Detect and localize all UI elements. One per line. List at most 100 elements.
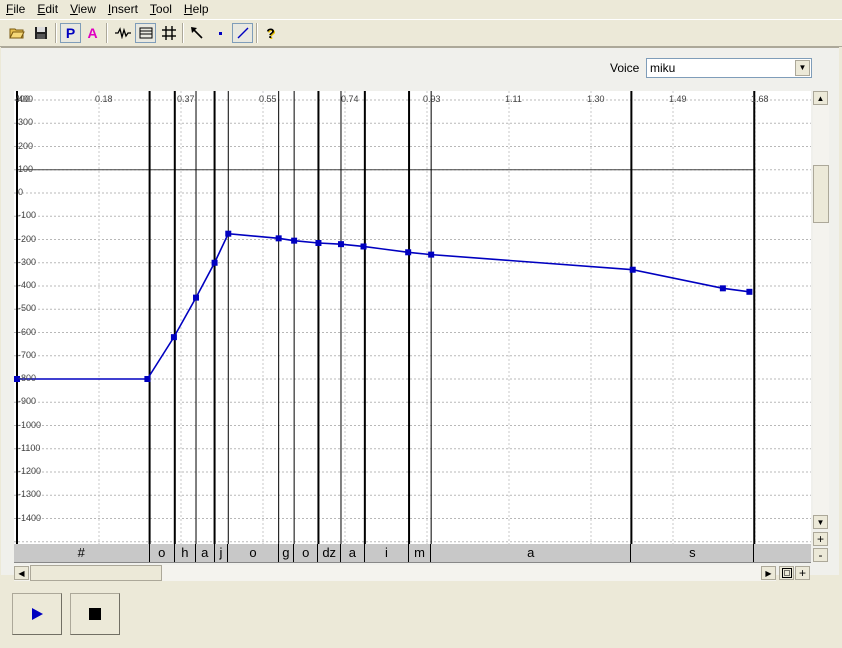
help-question-icon[interactable]: ? (260, 23, 281, 43)
stop-button[interactable] (70, 593, 120, 635)
phoneme-cell[interactable]: o (150, 544, 175, 562)
pitch-control-point[interactable] (360, 243, 367, 250)
chevron-down-icon[interactable]: ▼ (795, 60, 810, 76)
voice-select[interactable]: miku ▼ (646, 58, 812, 78)
phoneme-bar: # o h a j o g o dz a i m a s (14, 544, 811, 563)
line-tool-icon[interactable] (232, 23, 253, 43)
stop-icon (89, 608, 101, 620)
open-folder-icon[interactable] (6, 23, 27, 43)
play-icon (32, 608, 43, 620)
phoneme-cell[interactable]: s (631, 544, 755, 562)
scroll-right-icon[interactable]: ▶ (761, 566, 776, 580)
menu-edit[interactable]: Edit (31, 0, 64, 18)
zoom-in-horizontal-icon[interactable]: + (795, 566, 810, 580)
grid-icon[interactable] (158, 23, 179, 43)
pitch-control-point[interactable] (170, 334, 177, 341)
time-tick-label: 0.18 (95, 94, 113, 104)
phoneme-cell[interactable]: g (279, 544, 295, 562)
phoneme-cell[interactable]: a (431, 544, 632, 562)
toolbar-separator (256, 23, 258, 43)
pointer-arrow-icon[interactable] (186, 23, 207, 43)
waveform-icon[interactable] (112, 23, 133, 43)
cents-tick-label: -100 (18, 210, 37, 221)
cents-tick-label: -1200 (18, 466, 42, 476)
pitch-control-point[interactable] (428, 251, 435, 258)
amplitude-mode-a-button[interactable]: A (82, 23, 103, 43)
pitch-control-point[interactable] (629, 266, 636, 273)
cents-tick-label: -400 (18, 280, 37, 290)
cents-tick-label: -900 (18, 396, 37, 407)
pitch-control-point[interactable] (719, 285, 726, 292)
cents-tick-label: 0 (18, 187, 24, 197)
pitch-control-point[interactable] (746, 288, 753, 295)
pitch-editor-plot[interactable]: 400 0.18 0.37 0.55 0.74 0.93 1.11 1.30 1.49 1.68 1… (14, 91, 811, 544)
pitch-control-point[interactable] (211, 259, 218, 266)
phoneme-cell[interactable]: a (341, 544, 365, 562)
pitch-control-point[interactable] (315, 239, 322, 246)
phoneme-cell[interactable]: i (365, 544, 410, 562)
time-tick-label: 1.68 (751, 94, 769, 104)
time-tick-label: 0.37 (177, 94, 195, 104)
scroll-up-icon[interactable]: ▲ (813, 91, 828, 105)
time-tick-label: 1.30 (587, 94, 605, 104)
cents-tick-label: 200 (18, 140, 34, 151)
cents-tick-label: 100 (18, 163, 34, 174)
cents-tick-label: -700 (18, 349, 37, 360)
menu-view[interactable]: View (64, 0, 102, 18)
horizontal-scrollbar[interactable]: ◀ ▶ (14, 565, 776, 581)
pitch-control-point[interactable] (275, 235, 282, 242)
cents-tick-label: -800 (18, 373, 37, 383)
pitch-control-point[interactable] (225, 230, 232, 237)
phoneme-cell[interactable]: o (228, 544, 279, 562)
time-tick-label: 1.49 (669, 94, 687, 104)
voice-label: Voice (610, 61, 640, 75)
phoneme-cell[interactable]: o (294, 544, 319, 562)
menu-help[interactable]: Help (178, 0, 215, 18)
pitch-curve (17, 232, 750, 380)
phoneme-cell[interactable]: h (175, 544, 196, 562)
pitch-chart[interactable] (14, 91, 811, 544)
pitch-mode-p-button[interactable]: P (60, 23, 81, 43)
cents-tick-label: 300 (18, 117, 34, 128)
cents-tick-label: -300 (18, 256, 37, 267)
pitch-control-point[interactable] (405, 249, 412, 256)
menu-insert[interactable]: Insert (102, 0, 144, 18)
toolbar: P A ? (0, 19, 842, 47)
point-tool-icon[interactable] (209, 23, 230, 43)
vertical-scrollbar[interactable]: ▲ ▼ (813, 91, 829, 529)
pitch-control-point[interactable] (144, 376, 151, 382)
zoom-in-vertical-icon[interactable]: + (813, 532, 828, 546)
toolbar-separator (182, 23, 184, 43)
cents-tick-label: -500 (18, 303, 37, 314)
horizontal-scroll-thumb[interactable] (30, 565, 162, 581)
pitch-control-point[interactable] (337, 241, 344, 248)
scroll-down-icon[interactable]: ▼ (813, 515, 828, 529)
cents-tick-label: -200 (18, 233, 37, 244)
phoneme-cell[interactable]: dz (318, 544, 341, 562)
time-tick-label: 0.55 (259, 94, 277, 104)
cents-tick-label: -1300 (18, 489, 42, 500)
menu-file[interactable]: File (0, 0, 31, 18)
time-tick-label: 1.11 (505, 94, 522, 104)
voice-select-value: miku (650, 61, 676, 75)
pitch-control-point[interactable] (193, 294, 200, 301)
vertical-scroll-thumb[interactable] (813, 165, 829, 223)
phoneme-cell[interactable]: m (409, 544, 432, 562)
pitch-control-point[interactable] (291, 237, 298, 244)
play-button[interactable] (12, 593, 62, 635)
zoom-fit-icon[interactable] (779, 566, 794, 580)
cents-tick-label: -1000 (18, 419, 42, 430)
menu-tool[interactable]: Tool (144, 0, 178, 18)
zoom-out-vertical-icon[interactable]: - (813, 548, 828, 562)
scroll-left-icon[interactable]: ◀ (14, 566, 29, 580)
cents-tick-label: -1100 (18, 442, 41, 453)
menu-bar: File Edit View Insert Tool Help (0, 0, 842, 18)
phoneme-cell[interactable]: a (196, 544, 215, 562)
phoneme-cell[interactable]: j (215, 544, 229, 562)
save-disk-icon[interactable] (30, 23, 51, 43)
spectrogram-icon[interactable] (135, 23, 156, 43)
time-tick-label: 0.74 (341, 94, 359, 104)
toolbar-separator (106, 23, 108, 43)
time-tick-label: 0.93 (423, 94, 441, 104)
phoneme-cell[interactable]: # (14, 544, 150, 562)
